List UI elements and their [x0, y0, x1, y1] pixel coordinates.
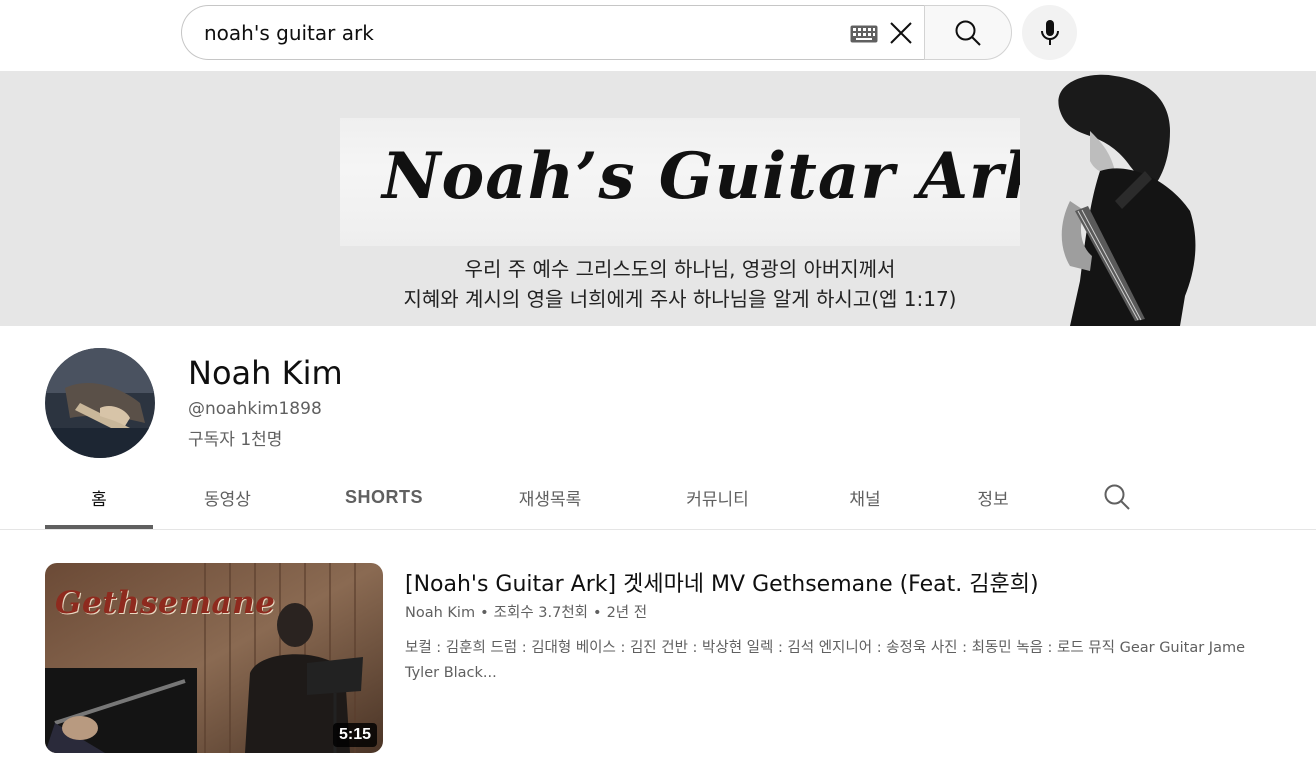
channel-banner: Noah’s Guitar Ark 우리 주 예수 그리스도의 하나님, 영광의… [0, 71, 1316, 326]
voice-search-button[interactable] [1022, 5, 1077, 60]
video-description: 보컬 : 김훈희 드럼 : 김대형 베이스 : 김진 건반 : 박상현 일렉 :… [405, 640, 1246, 681]
search-button[interactable] [924, 5, 1012, 60]
active-tab-indicator [45, 525, 153, 529]
search-icon[interactable] [1103, 483, 1131, 511]
tab-shorts[interactable]: SHORTS [330, 466, 438, 529]
meta-separator: • [593, 605, 602, 621]
tab-about[interactable]: 정보 [958, 466, 1028, 529]
keyboard-icon[interactable] [850, 25, 878, 43]
tab-community[interactable]: 커뮤니티 [660, 466, 775, 529]
guitarist-photo [1020, 71, 1240, 326]
video-title[interactable]: [Noah's Guitar Ark] 겟세마네 MV Gethsemane (… [405, 566, 1285, 598]
video-views: 조회수 3.7천회 [493, 605, 589, 621]
meta-separator: • [480, 605, 489, 621]
video-channel-name[interactable]: Noah Kim [405, 605, 475, 621]
avatar-image [45, 348, 155, 458]
tab-videos[interactable]: 동영상 [180, 466, 275, 529]
channel-tabs: 홈 동영상 SHORTS 재생목록 커뮤니티 채널 정보 [0, 466, 1316, 530]
video-age: 2년 전 [606, 605, 648, 621]
search-input[interactable] [204, 6, 824, 59]
tab-playlists[interactable]: 재생목록 [495, 466, 605, 529]
subscriber-count: 구독자 1천명 [188, 430, 283, 450]
microphone-icon [1040, 19, 1059, 45]
video-thumbnail[interactable]: Gethsemane 5:15 [45, 563, 383, 753]
banner-title: Noah’s Guitar Ark [382, 139, 1050, 214]
banner-verse-line2: 지혜와 계시의 영을 너희에게 주사 하나님을 알게 하시고(엡 1:17) [403, 287, 957, 311]
tab-home[interactable]: 홈 [45, 466, 153, 529]
channel-avatar[interactable] [45, 348, 155, 458]
close-icon[interactable] [888, 20, 914, 46]
channel-name: Noah Kim [188, 354, 343, 392]
video-duration: 5:15 [332, 723, 377, 747]
search-box[interactable] [181, 5, 925, 60]
channel-handle: @noahkim1898 [188, 399, 322, 419]
search-icon [955, 20, 981, 46]
banner-verse-line1: 우리 주 예수 그리스도의 하나님, 영광의 아버지께서 [464, 257, 896, 281]
masthead [0, 0, 1316, 71]
banner-verse: 우리 주 예수 그리스도의 하나님, 영광의 아버지께서 지혜와 계시의 영을 … [370, 254, 990, 314]
tab-channels[interactable]: 채널 [830, 466, 900, 529]
thumbnail-title-text: Gethsemane [55, 585, 276, 621]
video-metadata: Noah Kim • 조회수 3.7천회 • 2년 전 [405, 601, 647, 622]
